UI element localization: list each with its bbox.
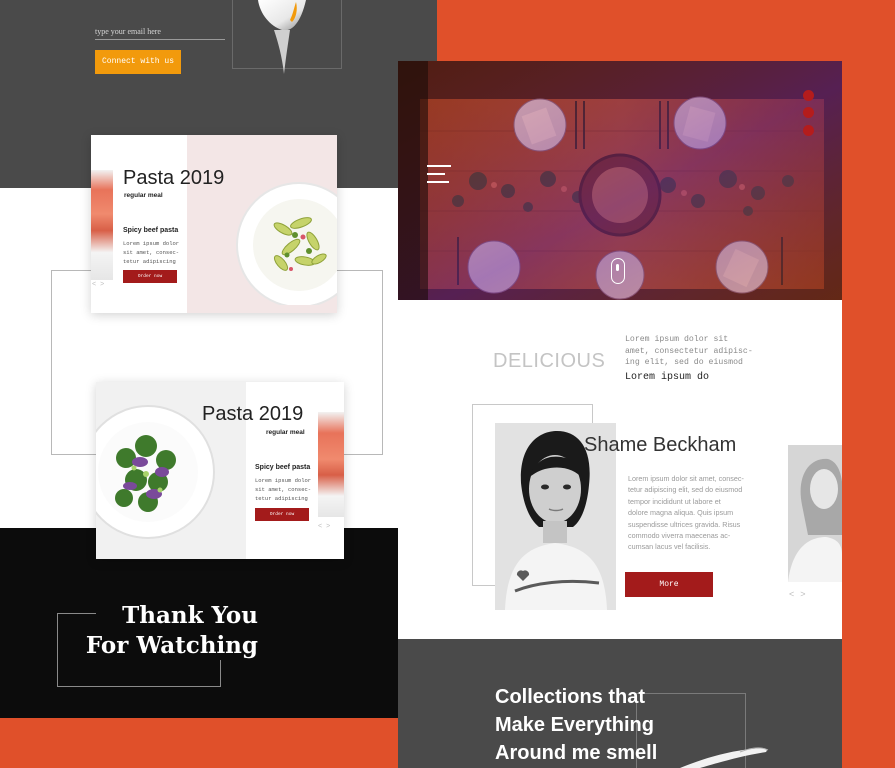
card-subtitle: regular meal (124, 192, 163, 199)
card-nav-arrows[interactable]: <> (318, 523, 334, 530)
chevron-right-icon[interactable]: > (800, 589, 811, 599)
hamburger-icon[interactable] (427, 163, 451, 185)
chevron-left-icon[interactable]: < (318, 523, 326, 530)
pasta-card: Pasta 2019 regular meal Spicy beef pasta… (96, 382, 344, 559)
social-icon[interactable] (803, 125, 814, 136)
card-title: Pasta 2019 (123, 167, 225, 189)
bottom-orange-strip (0, 718, 398, 768)
chevron-right-icon[interactable]: > (100, 281, 108, 288)
social-icon[interactable] (803, 90, 814, 101)
intro-highlight: Lorem ipsum do (625, 372, 710, 383)
dish-name: Spicy beef pasta (123, 227, 179, 234)
chevron-left-icon[interactable]: < (789, 589, 800, 599)
more-button[interactable]: More (625, 572, 713, 597)
mouse-icon[interactable] (611, 258, 625, 284)
dish-description: Lorem ipsum dolor sit amet, consec- tetu… (123, 240, 180, 265)
calla-lily-image (680, 747, 769, 768)
profile-bio: Lorem ipsum dolor sit amet, consec- tetu… (628, 474, 744, 552)
profile-name: Shame Beckham (584, 434, 737, 456)
order-now-button[interactable]: Order now (255, 508, 309, 521)
chevron-right-icon[interactable]: > (326, 523, 334, 530)
connect-button[interactable]: Connect with us (95, 50, 181, 74)
email-field[interactable] (95, 26, 225, 40)
dish-name: Spicy beef pasta (255, 464, 311, 471)
card-nav-arrows[interactable]: <> (92, 281, 108, 288)
card-subtitle: regular meal (266, 429, 305, 436)
dish-description: Lorem ipsum dolor sit amet, consec- tetu… (255, 477, 312, 502)
collections-heading: Collections that Make Everything Around … (495, 686, 658, 764)
pasta-plate-image (236, 182, 337, 305)
order-now-button[interactable]: Order now (123, 270, 177, 283)
thank-you-heading: Thank You For Watching (85, 602, 258, 659)
pasta-card: Pasta 2019 regular meal Spicy beef pasta… (91, 135, 337, 313)
salmon-image (91, 170, 113, 280)
right-orange-strip (842, 188, 895, 768)
chevron-left-icon[interactable]: < (92, 281, 100, 288)
calla-lily-image (258, 0, 306, 74)
social-icon[interactable] (803, 107, 814, 118)
profile-photo (788, 445, 842, 582)
profile-nav-arrows[interactable]: <> (789, 589, 812, 599)
salmon-image (318, 412, 344, 517)
card-title: Pasta 2019 (202, 403, 304, 425)
intro-text: Lorem ipsum dolor sit amet, consectetur … (625, 335, 753, 367)
section-heading: DELICIOUS (493, 350, 606, 372)
